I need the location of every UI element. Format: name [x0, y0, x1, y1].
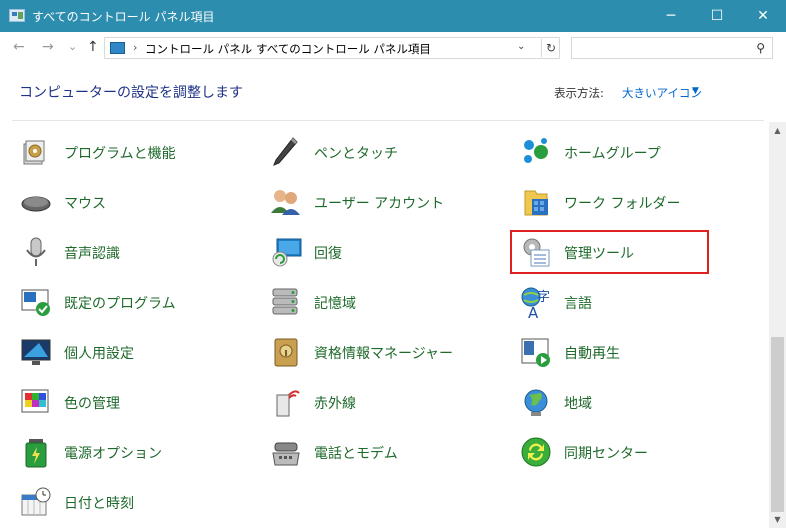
default-programs-icon: [21, 289, 50, 316]
item-label: 資格情報マネージャー: [314, 346, 454, 362]
item-language[interactable]: A 字 言語: [519, 285, 759, 321]
item-programs-features[interactable]: プログラムと機能: [19, 135, 259, 171]
window-title: すべてのコントロール パネル項目: [32, 10, 215, 24]
item-label: 回復: [314, 246, 342, 262]
item-homegroup[interactable]: ホームグループ: [519, 135, 759, 171]
credential-manager-icon: [274, 338, 298, 367]
item-phone-modem[interactable]: 電話とモデム: [269, 435, 509, 471]
item-date-time[interactable]: 日付と時刻: [19, 485, 259, 521]
item-mouse[interactable]: マウス: [19, 185, 259, 221]
date-time-icon: [21, 487, 51, 516]
personalization-icon: [21, 339, 51, 365]
search-icon[interactable]: ⚲: [756, 41, 765, 55]
item-power-options[interactable]: 電源オプション: [19, 435, 259, 471]
item-label: 既定のプログラム: [64, 296, 176, 312]
maximize-button[interactable]: ☐: [694, 0, 740, 32]
work-folders-icon: [524, 190, 548, 216]
control-panel-icon: [9, 9, 25, 22]
item-recovery[interactable]: 回復: [269, 235, 509, 271]
mouse-icon: [21, 196, 51, 212]
item-label: ユーザー アカウント: [314, 196, 445, 212]
color-management-icon: [21, 389, 49, 413]
item-default-programs[interactable]: 既定のプログラム: [19, 285, 259, 321]
item-pen-touch[interactable]: ペンとタッチ: [269, 135, 509, 171]
item-label: ワーク フォルダー: [564, 196, 681, 212]
svg-text:A: A: [528, 304, 539, 319]
item-personalization[interactable]: 個人用設定: [19, 335, 259, 371]
item-autoplay[interactable]: 自動再生: [519, 335, 759, 371]
recent-locations-button[interactable]: ⌄: [68, 40, 77, 53]
recovery-icon: [272, 238, 302, 267]
divider: [12, 120, 764, 121]
item-label: ペンとタッチ: [314, 146, 398, 162]
breadcrumb-separator[interactable]: ›: [245, 41, 249, 54]
scroll-up-button[interactable]: ▲: [769, 122, 786, 139]
address-dropdown-button[interactable]: ⌄: [517, 41, 525, 52]
item-label: 同期センター: [564, 446, 648, 462]
item-label: 日付と時刻: [64, 496, 134, 512]
item-label: 色の管理: [64, 396, 120, 412]
up-button[interactable]: ↑: [87, 39, 99, 55]
region-icon: [524, 389, 548, 416]
item-user-accounts[interactable]: ユーザー アカウント: [269, 185, 509, 221]
storage-spaces-icon: [272, 288, 298, 315]
forward-button[interactable]: →: [42, 39, 54, 55]
title-bar: すべてのコントロール パネル項目 ─ ☐ ✕: [0, 0, 786, 32]
address-bar[interactable]: › コントロール パネル › すべてのコントロール パネル項目 ⌄ ↻: [104, 37, 560, 59]
breadcrumb-control-panel[interactable]: コントロール パネル: [145, 41, 252, 57]
sync-center-icon: [521, 437, 551, 467]
refresh-button[interactable]: ↻: [541, 39, 560, 57]
scroll-thumb[interactable]: [771, 337, 784, 512]
item-label: 地域: [564, 396, 592, 412]
svg-text:字: 字: [537, 290, 550, 305]
power-options-icon: [25, 439, 47, 468]
item-label: プログラムと機能: [64, 146, 176, 162]
item-label: 言語: [564, 296, 592, 312]
item-label: 記憶域: [314, 296, 356, 312]
back-button[interactable]: ←: [13, 39, 25, 55]
phone-modem-icon: [272, 442, 300, 466]
user-accounts-icon: [271, 190, 300, 215]
homegroup-icon: [524, 138, 548, 163]
item-label: 自動再生: [564, 346, 620, 362]
item-label: 音声認識: [64, 246, 120, 262]
close-button[interactable]: ✕: [740, 0, 786, 32]
address-control-panel-icon: [110, 42, 125, 54]
scroll-down-button[interactable]: ▼: [769, 511, 786, 528]
breadcrumb-separator[interactable]: ›: [133, 41, 137, 54]
page-heading: コンピューターの設定を調整します: [19, 85, 243, 101]
chevron-down-icon[interactable]: ▼: [692, 86, 699, 96]
item-label: 電源オプション: [64, 446, 162, 462]
item-region[interactable]: 地域: [519, 385, 759, 421]
item-infrared[interactable]: 赤外線: [269, 385, 509, 421]
item-label: 赤外線: [314, 396, 356, 412]
minimize-button[interactable]: ─: [648, 0, 694, 32]
item-label: マウス: [64, 196, 106, 212]
breadcrumb-all-items[interactable]: すべてのコントロール パネル項目: [256, 41, 431, 57]
item-storage-spaces[interactable]: 記憶域: [269, 285, 509, 321]
speech-recognition-icon: [26, 237, 46, 266]
item-label: ホームグループ: [564, 146, 661, 162]
item-label: 電話とモデム: [314, 446, 398, 462]
pen-touch-icon: [273, 137, 298, 166]
search-input[interactable]: ⚲: [571, 37, 773, 59]
view-by-label: 表示方法:: [554, 86, 604, 100]
infrared-icon: [276, 390, 300, 417]
item-credential-manager[interactable]: 資格情報マネージャー: [269, 335, 509, 371]
language-icon: A 字: [521, 287, 550, 319]
highlight-box: [510, 230, 709, 274]
vertical-scrollbar[interactable]: ▲ ▼: [769, 122, 786, 528]
item-work-folders[interactable]: ワーク フォルダー: [519, 185, 759, 221]
view-by-dropdown[interactable]: 大きいアイコン: [622, 85, 702, 101]
item-color-management[interactable]: 色の管理: [19, 385, 259, 421]
item-sync-center[interactable]: 同期センター: [519, 435, 759, 471]
autoplay-icon: [521, 338, 550, 367]
programs-features-icon: [23, 140, 45, 165]
item-label: 個人用設定: [64, 346, 134, 362]
item-speech-recognition[interactable]: 音声認識: [19, 235, 259, 271]
